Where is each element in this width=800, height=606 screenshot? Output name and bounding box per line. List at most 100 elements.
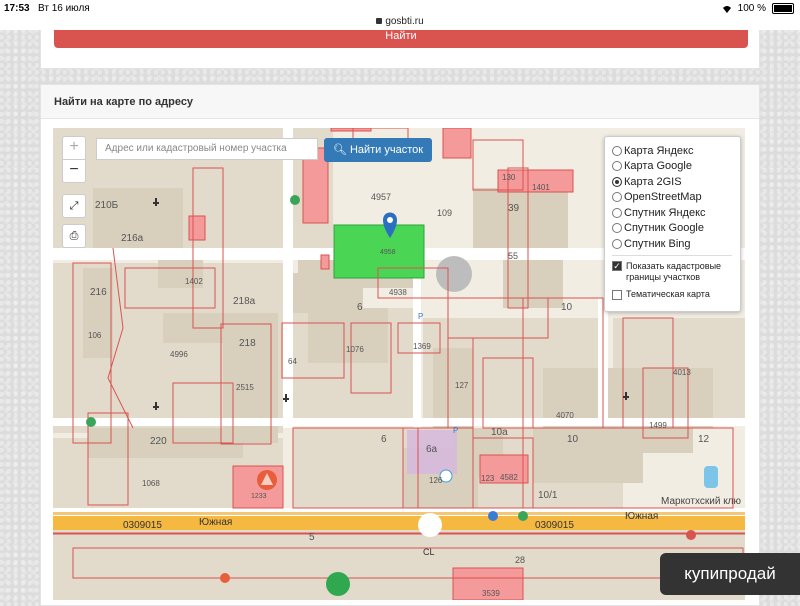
- label-123: 123: [481, 474, 495, 483]
- cad-label-1: 0309015: [123, 520, 162, 531]
- label-220: 220: [150, 436, 167, 447]
- status-date: Вт 16 июля: [38, 3, 90, 14]
- label-12: 12: [698, 434, 710, 445]
- label-4013: 4013: [673, 368, 691, 377]
- label-216: 216: [90, 287, 107, 298]
- card-title: Найти на карте по адресу: [41, 85, 759, 119]
- label-1369: 1369: [413, 342, 431, 351]
- label-1499: 1499: [649, 421, 667, 430]
- lock-icon: [376, 18, 383, 25]
- search-icon: 🔍︎: [332, 144, 347, 156]
- print-icon: ⎙: [69, 230, 79, 242]
- label-216a: 216а: [121, 233, 144, 244]
- layer-google-sat[interactable]: Спутник Google: [612, 220, 704, 235]
- cl-label: CL: [423, 547, 435, 557]
- radio[interactable]: [612, 191, 622, 202]
- layer-label: Карта 2GIS: [624, 175, 682, 188]
- poi-label: Маркотхский клю: [661, 496, 742, 507]
- map-view[interactable]: 4957 109 39 55 210Б 216а 216 1402 218а 4…: [53, 128, 745, 600]
- label-10a: 10а: [491, 427, 508, 438]
- checkbox-checked[interactable]: ✓: [612, 261, 622, 271]
- label-2515: 2515: [236, 383, 254, 392]
- url-text: gosbti.ru: [385, 16, 424, 27]
- watermark-logo: купипродай: [660, 553, 800, 595]
- layer-label: Карта Яндекс: [624, 144, 694, 157]
- layer-yandex-map[interactable]: Карта Яндекс: [612, 143, 693, 158]
- radio[interactable]: [612, 207, 622, 218]
- wifi-icon: [722, 5, 731, 13]
- zoom-in-button[interactable]: +: [63, 137, 85, 160]
- option-label: Показать кадастровые границы участков: [626, 261, 722, 282]
- status-bar: 17:53 Вт 16 июля gosbti.ru 100 %: [0, 0, 800, 30]
- radio[interactable]: [612, 222, 622, 233]
- layer-yandex-sat[interactable]: Спутник Яндекс: [612, 205, 706, 220]
- battery-icon: [772, 3, 794, 14]
- zoom-out-button[interactable]: −: [63, 160, 85, 182]
- radio[interactable]: [612, 238, 622, 249]
- layer-bing-sat[interactable]: Спутник Bing: [612, 236, 691, 251]
- label-55: 55: [508, 251, 518, 261]
- label-39: 39: [508, 203, 520, 214]
- label-10: 10: [561, 302, 573, 313]
- layer-label: Карта Google: [624, 159, 692, 172]
- radio[interactable]: [612, 145, 622, 156]
- find-button[interactable]: Найти: [54, 30, 748, 48]
- street-label-1: Южная: [199, 517, 232, 528]
- label-1401: 1401: [532, 183, 550, 192]
- label-1068: 1068: [142, 479, 160, 488]
- battery-percent: 100 %: [737, 3, 766, 14]
- label-4070: 4070: [556, 411, 574, 420]
- option-label: Тематическая карта: [626, 289, 710, 299]
- layer-label: Спутник Bing: [624, 237, 691, 250]
- parking-label-2: P: [453, 426, 458, 435]
- zoom-control: + −: [62, 136, 86, 183]
- label-106: 106: [88, 331, 102, 340]
- label-5: 5: [309, 532, 315, 543]
- label-1076: 1076: [346, 345, 364, 354]
- label-28: 28: [515, 555, 525, 565]
- option-thematic-map[interactable]: Тематическая карта: [612, 287, 710, 302]
- label-3539: 3539: [482, 589, 500, 598]
- label-4582: 4582: [500, 473, 518, 482]
- layer-switcher: Карта Яндекс Карта Google Карта 2GIS Ope…: [604, 136, 741, 312]
- label-1233: 1233: [251, 493, 267, 500]
- label-127: 127: [455, 381, 469, 390]
- parking-label-1: P: [418, 312, 423, 321]
- layer-osm[interactable]: OpenStreetMap: [612, 189, 702, 204]
- label-130: 130: [502, 173, 516, 182]
- address-search-input[interactable]: Адрес или кадастровый номер участка: [96, 138, 318, 160]
- layer-google-map[interactable]: Карта Google: [612, 158, 692, 173]
- label-4938: 4938: [389, 288, 407, 297]
- label-126: 126: [429, 476, 443, 485]
- find-plot-button[interactable]: 🔍︎ Найти участок: [324, 138, 432, 162]
- label-218a: 218а: [233, 296, 256, 307]
- label-210b: 210Б: [95, 200, 119, 211]
- option-cadastral-borders[interactable]: ✓ Показать кадастровые границы участков: [612, 261, 734, 285]
- status-right: 100 %: [722, 3, 794, 14]
- address-bar[interactable]: gosbti.ru: [0, 16, 800, 27]
- radio-selected[interactable]: [612, 176, 622, 187]
- layer-label: Спутник Яндекс: [624, 206, 706, 219]
- expand-icon: ⤢: [69, 200, 79, 212]
- label-6a: 6а: [426, 444, 438, 455]
- layer-label: OpenStreetMap: [624, 190, 702, 203]
- checkbox[interactable]: [612, 289, 622, 300]
- layer-2gis-map[interactable]: Карта 2GIS: [612, 174, 682, 189]
- layer-label: Спутник Google: [624, 221, 704, 234]
- label-64: 64: [288, 357, 297, 366]
- label-4996: 4996: [170, 350, 188, 359]
- search-result-card: Найти: [40, 30, 760, 69]
- label-1402: 1402: [185, 277, 203, 286]
- label-4958: 4958: [380, 249, 396, 256]
- label-10b: 10: [567, 434, 579, 445]
- label-4957: 4957: [371, 192, 391, 202]
- label-10-1: 10/1: [538, 490, 558, 501]
- label-218: 218: [239, 338, 256, 349]
- cad-label-2: 0309015: [535, 520, 574, 531]
- status-time: 17:53: [4, 3, 30, 14]
- label-6: 6: [357, 302, 363, 313]
- street-label-2: Южная: [625, 511, 658, 522]
- radio[interactable]: [612, 160, 622, 171]
- fullscreen-button[interactable]: ⤢: [62, 194, 86, 218]
- print-button[interactable]: ⎙: [62, 224, 86, 248]
